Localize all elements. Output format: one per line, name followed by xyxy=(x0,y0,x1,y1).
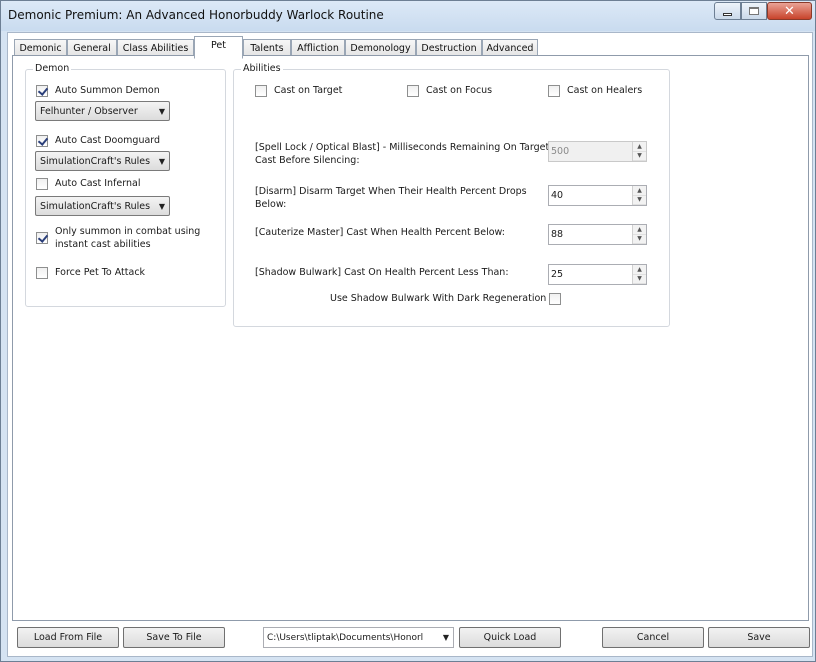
cauterize-label: [Cauterize Master] Cast When Health Perc… xyxy=(255,227,506,238)
spin-up-icon: ▲ xyxy=(633,142,646,152)
disarm-label-line1: [Disarm] Disarm Target When Their Health… xyxy=(255,186,527,197)
disarm-percent-value: 40 xyxy=(551,190,564,201)
shadow-bulwark-label: [Shadow Bulwark] Cast On Health Percent … xyxy=(255,267,509,278)
settings-path-value: C:\Users\tliptak\Documents\Honorl xyxy=(267,632,424,643)
spin-down-icon[interactable]: ▼ xyxy=(633,234,646,244)
spin-down-icon[interactable]: ▼ xyxy=(633,274,646,284)
auto-cast-infernal-label: Auto Cast Infernal xyxy=(55,178,141,189)
spin-down-icon: ▼ xyxy=(633,151,646,161)
spin-down-icon[interactable]: ▼ xyxy=(633,195,646,205)
auto-summon-demon-label: Auto Summon Demon xyxy=(55,85,160,96)
spin-up-icon[interactable]: ▲ xyxy=(633,265,646,275)
title-bar[interactable]: Demonic Premium: An Advanced Honorbuddy … xyxy=(1,1,815,31)
summon-demon-select-value: Felhunter / Observer xyxy=(40,105,138,117)
cancel-button[interactable]: Cancel xyxy=(602,627,704,648)
instant-cast-only-label-line1: Only summon in combat using xyxy=(55,226,201,237)
chevron-down-icon: ▼ xyxy=(442,633,450,642)
infernal-rules-select[interactable]: SimulationCraft's Rules ▼ xyxy=(35,196,170,216)
cast-on-target-label: Cast on Target xyxy=(274,85,343,96)
spell-lock-ms-input: 500 ▲ ▼ xyxy=(548,141,647,162)
demon-group: Demon Auto Summon Demon Felhunter / Obse… xyxy=(25,63,226,307)
close-button[interactable]: ✕ xyxy=(767,2,812,20)
auto-cast-infernal-row[interactable]: Auto Cast Infernal xyxy=(36,177,140,190)
abilities-group: Abilities Cast on Target Cast on Focus C… xyxy=(233,63,670,327)
quick-load-button[interactable]: Quick Load xyxy=(459,627,561,648)
app-window: Demonic Premium: An Advanced Honorbuddy … xyxy=(0,0,816,662)
demon-group-legend: Demon xyxy=(33,63,72,74)
load-from-file-button[interactable]: Load From File xyxy=(17,627,119,648)
cast-on-target-row[interactable]: Cast on Target xyxy=(255,84,342,97)
bottom-bar: Load From File Save To File C:\Users\tli… xyxy=(8,621,814,658)
summon-demon-select[interactable]: Felhunter / Observer ▼ xyxy=(35,101,170,121)
save-to-file-button[interactable]: Save To File xyxy=(123,627,225,648)
cast-on-focus-label: Cast on Focus xyxy=(426,85,493,96)
spell-lock-label-line1: [Spell Lock / Optical Blast] - Milliseco… xyxy=(255,142,550,153)
doomguard-rules-select-value: SimulationCraft's Rules xyxy=(40,155,151,167)
bulwark-dark-regen-checkbox[interactable] xyxy=(549,293,561,305)
auto-summon-demon-checkbox[interactable] xyxy=(36,85,48,97)
cauterize-spinner[interactable]: ▲ ▼ xyxy=(632,225,646,244)
auto-cast-doomguard-label: Auto Cast Doomguard xyxy=(55,135,161,146)
cast-on-healers-checkbox[interactable] xyxy=(548,85,560,97)
cast-on-healers-row[interactable]: Cast on Healers xyxy=(548,84,642,97)
cast-on-focus-row[interactable]: Cast on Focus xyxy=(407,84,492,97)
cast-on-healers-label: Cast on Healers xyxy=(567,85,643,96)
tab-page-pet: Demon Auto Summon Demon Felhunter / Obse… xyxy=(12,55,809,621)
instant-cast-only-label-line2: instant cast abilities xyxy=(55,239,151,250)
spell-lock-spinner: ▲ ▼ xyxy=(632,142,646,161)
cauterize-percent-input[interactable]: 88 ▲ ▼ xyxy=(548,224,647,245)
abilities-group-legend: Abilities xyxy=(241,63,283,74)
minimize-icon xyxy=(723,12,732,16)
maximize-button[interactable] xyxy=(741,2,767,20)
chevron-down-icon: ▼ xyxy=(158,106,166,116)
chevron-down-icon: ▼ xyxy=(158,156,166,166)
auto-cast-doomguard-checkbox[interactable] xyxy=(36,135,48,147)
disarm-percent-input[interactable]: 40 ▲ ▼ xyxy=(548,185,647,206)
disarm-spinner[interactable]: ▲ ▼ xyxy=(632,186,646,205)
cauterize-percent-value: 88 xyxy=(551,229,564,240)
force-pet-attack-row[interactable]: Force Pet To Attack xyxy=(36,266,145,279)
tab-pet[interactable]: Pet xyxy=(194,36,243,59)
instant-cast-only-checkbox[interactable] xyxy=(36,232,48,244)
infernal-rules-select-value: SimulationCraft's Rules xyxy=(40,200,151,212)
spin-up-icon[interactable]: ▲ xyxy=(633,225,646,235)
window-title: Demonic Premium: An Advanced Honorbuddy … xyxy=(8,8,384,22)
spell-lock-label: [Spell Lock / Optical Blast] - Milliseco… xyxy=(255,141,549,167)
auto-summon-demon-row[interactable]: Auto Summon Demon xyxy=(36,84,160,97)
maximize-icon xyxy=(749,7,759,15)
close-icon: ✕ xyxy=(784,3,795,19)
spell-lock-label-line2: Cast Before Silencing: xyxy=(255,155,360,166)
instant-cast-only-row[interactable]: Only summon in combat using instant cast… xyxy=(36,225,200,251)
save-button[interactable]: Save xyxy=(708,627,810,648)
auto-cast-doomguard-row[interactable]: Auto Cast Doomguard xyxy=(36,134,160,147)
client-area: Demonic General Class Abilities Pet Tale… xyxy=(7,32,813,657)
bulwark-dark-regen-label: Use Shadow Bulwark With Dark Regeneratio… xyxy=(330,293,547,304)
auto-cast-infernal-checkbox[interactable] xyxy=(36,178,48,190)
cast-on-target-checkbox[interactable] xyxy=(255,85,267,97)
disarm-label: [Disarm] Disarm Target When Their Health… xyxy=(255,185,527,211)
chevron-down-icon: ▼ xyxy=(158,201,166,211)
spell-lock-ms-value: 500 xyxy=(551,146,570,157)
force-pet-attack-label: Force Pet To Attack xyxy=(55,267,146,278)
shadow-bulwark-percent-value: 25 xyxy=(551,269,564,280)
force-pet-attack-checkbox[interactable] xyxy=(36,267,48,279)
shadow-bulwark-spinner[interactable]: ▲ ▼ xyxy=(632,265,646,284)
cast-on-focus-checkbox[interactable] xyxy=(407,85,419,97)
shadow-bulwark-percent-input[interactable]: 25 ▲ ▼ xyxy=(548,264,647,285)
disarm-label-line2: Below: xyxy=(255,199,287,210)
settings-path-select[interactable]: C:\Users\tliptak\Documents\Honorl ▼ xyxy=(263,627,454,648)
instant-cast-only-label: Only summon in combat using instant cast… xyxy=(55,225,200,251)
doomguard-rules-select[interactable]: SimulationCraft's Rules ▼ xyxy=(35,151,170,171)
minimize-button[interactable] xyxy=(714,2,741,20)
spin-up-icon[interactable]: ▲ xyxy=(633,186,646,196)
